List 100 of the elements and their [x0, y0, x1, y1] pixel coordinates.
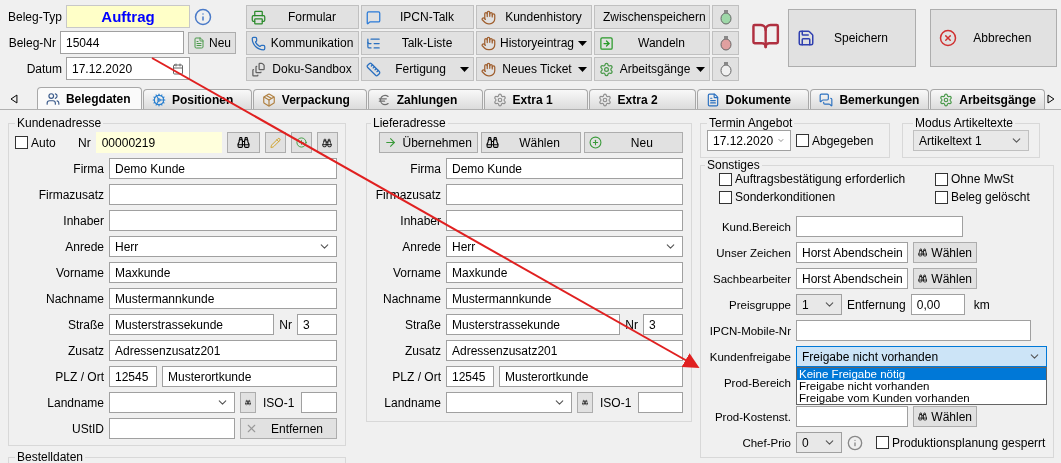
dropdown-field[interactable]: Freigabe nicht vorhanden [796, 346, 1047, 367]
choose-button[interactable]: Wählen [913, 242, 977, 263]
text-field[interactable] [109, 418, 235, 439]
text-field[interactable] [446, 210, 683, 231]
checkbox[interactable] [876, 436, 889, 449]
toolbar-button[interactable]: Historyeintrag [476, 31, 592, 55]
text-field[interactable]: 3 [643, 314, 683, 335]
tab[interactable]: Bemerkungen [810, 89, 930, 109]
save-button[interactable]: Speichern [788, 9, 916, 67]
checkbox[interactable] [15, 136, 28, 149]
tab[interactable]: Arbeitsgänge [930, 89, 1046, 109]
field-label: Prod-Kostenst. [713, 410, 791, 423]
text-field[interactable] [301, 392, 337, 413]
text-field[interactable] [796, 320, 1031, 341]
group-title: Lieferadresse [372, 116, 447, 130]
dropdown-field[interactable] [109, 392, 235, 413]
tab[interactable]: Dokumente [696, 89, 810, 109]
text-field[interactable]: Adressenzusatz201 [109, 340, 337, 361]
remove-button[interactable]: Entfernen [240, 418, 337, 439]
text-field[interactable] [638, 392, 683, 413]
checkbox-label: Ohne MwSt [951, 172, 1014, 186]
toolbar-button[interactable]: Wandeln [594, 31, 710, 55]
toolbar-button[interactable]: Talk-Liste [361, 31, 474, 55]
dropdown-field[interactable]: Herr [109, 236, 337, 257]
toolbar-button[interactable]: Neues Ticket [476, 57, 592, 81]
text-field[interactable] [446, 184, 683, 205]
text-field[interactable]: 12545 [109, 366, 157, 387]
toolbar-button[interactable]: Zwischenspeichern [594, 5, 710, 29]
search-button[interactable] [316, 132, 338, 153]
toolbar-button[interactable]: Kommunikation [246, 31, 359, 55]
book-icon[interactable] [751, 21, 781, 51]
date-field[interactable]: 17.12.2020 [66, 57, 190, 80]
text-field[interactable]: 12545 [446, 366, 494, 387]
field-label: Kund.Bereich [720, 220, 791, 233]
checkbox[interactable] [935, 172, 948, 186]
customer-number-field[interactable]: 00000219 [95, 132, 222, 153]
text-field[interactable]: Musterstrassekunde [109, 314, 275, 335]
text-field[interactable]: Maxkunde [109, 262, 337, 283]
tab[interactable]: Verpackung [252, 89, 367, 109]
save-icon [797, 29, 816, 47]
checkbox[interactable] [935, 190, 948, 204]
tab[interactable]: Extra 1 [483, 89, 588, 109]
text-field[interactable]: Adressenzusatz201 [446, 340, 683, 361]
text-field[interactable]: Mustermannkunde [109, 288, 337, 309]
field-label: IPCN-Mobile-Nr [708, 324, 791, 337]
dropdown-option[interactable]: Keine Freigabe nötig [797, 368, 1046, 380]
text-field[interactable]: Horst Abendschein [796, 268, 908, 289]
dropdown-field[interactable]: Artikeltext 1 [913, 130, 1029, 151]
toolbar-button[interactable]: Doku-Sandbox [246, 57, 359, 81]
scroll-right-icon[interactable] [1047, 94, 1055, 104]
toolbar-button[interactable]: Übernehmen [379, 132, 479, 153]
text-field[interactable]: Demo Kunde [446, 158, 683, 179]
edit-button[interactable] [264, 132, 286, 153]
dropdown-field[interactable]: 1 [796, 294, 842, 315]
date-field[interactable]: 17.12.2020 [707, 130, 791, 151]
search-button[interactable] [226, 132, 260, 153]
checkbox[interactable] [719, 172, 732, 186]
toolbar-button[interactable]: Wählen [481, 132, 581, 153]
checkbox[interactable] [719, 190, 732, 204]
checkbox[interactable] [796, 134, 809, 147]
choose-button[interactable]: Wählen [913, 406, 977, 427]
text-field[interactable]: Demo Kunde [109, 158, 337, 179]
text-field[interactable]: Horst Abendschein [796, 242, 908, 263]
dropdown-field[interactable]: 0 [796, 432, 842, 453]
text-field[interactable]: 15044 [60, 31, 184, 54]
status-light[interactable] [712, 5, 739, 29]
text-field[interactable]: 3 [297, 314, 337, 335]
dropdown-field[interactable]: Herr [446, 236, 683, 257]
info-icon[interactable] [194, 7, 212, 26]
tab[interactable]: Zahlungen [367, 89, 483, 109]
text-field[interactable]: Musterortkunde [499, 366, 683, 387]
text-field[interactable]: Maxkunde [446, 262, 683, 283]
tab[interactable]: Belegdaten [36, 87, 142, 109]
text-field[interactable]: Musterstrassekunde [446, 314, 621, 335]
toolbar-button[interactable]: Neu [583, 132, 683, 153]
toolbar-button[interactable]: IPCN-Talk [361, 5, 474, 29]
dropdown-field[interactable] [446, 392, 572, 413]
choose-button[interactable]: Wählen [913, 268, 977, 289]
calendar-icon[interactable] [172, 62, 184, 75]
text-field[interactable]: Mustermannkunde [446, 288, 683, 309]
text-field[interactable]: 0,00 [910, 294, 965, 315]
text-field[interactable] [796, 406, 908, 427]
toolbar-button[interactable]: Kundenhistory [476, 5, 592, 29]
scroll-left-icon[interactable] [10, 94, 18, 104]
info-icon[interactable] [847, 434, 863, 451]
toolbar-button[interactable]: Fertigung [361, 57, 474, 81]
toolbar-button[interactable]: Formular [246, 5, 359, 29]
text-field[interactable]: Musterortkunde [162, 366, 337, 387]
status-light[interactable] [712, 57, 739, 81]
status-light[interactable] [712, 31, 739, 55]
new-button[interactable]: Neu [188, 31, 236, 54]
text-field[interactable] [796, 216, 963, 237]
text-field[interactable] [109, 210, 337, 231]
toolbar-button[interactable]: Arbeitsgänge [594, 57, 710, 81]
binoculars-icon [486, 136, 500, 149]
field-label: Vorname [54, 265, 104, 280]
tab[interactable]: Extra 2 [588, 89, 696, 109]
cancel-button[interactable]: Abbrechen [929, 9, 1057, 67]
field-label: Datum [25, 61, 62, 76]
text-field[interactable] [109, 184, 337, 205]
